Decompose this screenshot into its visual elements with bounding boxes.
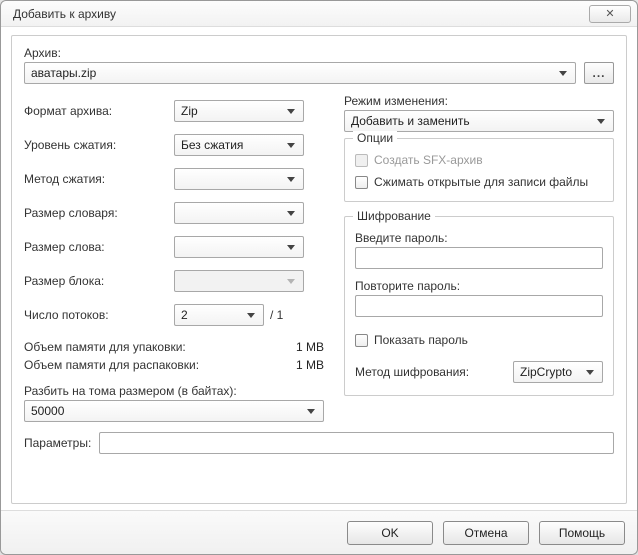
mem-unpack-label: Объем памяти для распаковки: <box>24 358 199 372</box>
threads-suffix: / 1 <box>270 308 283 322</box>
threads-value: 2 <box>181 308 188 322</box>
format-value: Zip <box>181 104 198 118</box>
password-input[interactable] <box>355 247 603 269</box>
enc-method-value: ZipCrypto <box>520 365 572 379</box>
options-title: Опции <box>353 131 397 145</box>
browse-button[interactable]: ... <box>584 62 614 84</box>
chevron-down-icon <box>283 203 299 223</box>
archive-combo[interactable]: аватары.zip <box>24 62 576 84</box>
format-combo[interactable]: Zip <box>174 100 304 122</box>
level-combo[interactable]: Без сжатия <box>174 134 304 156</box>
word-label: Размер слова: <box>24 240 174 254</box>
password2-input[interactable] <box>355 295 603 317</box>
split-label: Разбить на тома размером (в байтах): <box>24 384 324 398</box>
chevron-down-icon <box>582 362 598 382</box>
chevron-down-icon <box>243 305 259 325</box>
chevron-down-icon <box>303 401 319 421</box>
encryption-title: Шифрование <box>353 209 435 223</box>
dialog-window: Добавить к архиву ✕ Архив: аватары.zip .… <box>0 0 638 555</box>
params-input[interactable] <box>99 432 614 454</box>
chevron-down-icon <box>283 169 299 189</box>
chevron-down-icon <box>283 135 299 155</box>
method-label: Метод сжатия: <box>24 172 174 186</box>
password2-label: Повторите пароль: <box>355 279 603 293</box>
sfx-label: Создать SFX-архив <box>374 153 483 167</box>
help-button[interactable]: Помощь <box>539 521 625 545</box>
ok-button[interactable]: OK <box>347 521 433 545</box>
enc-method-combo[interactable]: ZipCrypto <box>513 361 603 383</box>
archive-value: аватары.zip <box>31 66 96 80</box>
update-combo[interactable]: Добавить и заменить <box>344 110 614 132</box>
chevron-down-icon <box>593 111 609 131</box>
window-title: Добавить к архиву <box>13 7 589 21</box>
level-value: Без сжатия <box>181 138 243 152</box>
right-column: Режим изменения: Добавить и заменить Опц… <box>344 94 614 422</box>
left-column: Формат архива: Zip Уровень сжатия: Без с… <box>24 94 324 422</box>
update-value: Добавить и заменить <box>351 114 470 128</box>
password-label: Введите пароль: <box>355 231 603 245</box>
method-combo[interactable] <box>174 168 304 190</box>
close-icon: ✕ <box>605 7 614 20</box>
cancel-label: Отмена <box>464 526 507 540</box>
update-label: Режим изменения: <box>344 94 448 108</box>
threads-label: Число потоков: <box>24 308 174 322</box>
help-label: Помощь <box>559 526 605 540</box>
cancel-button[interactable]: Отмена <box>443 521 529 545</box>
browse-label: ... <box>592 66 605 80</box>
dict-combo[interactable] <box>174 202 304 224</box>
open-files-checkbox[interactable] <box>355 176 368 189</box>
mem-unpack-value: 1 MB <box>296 358 324 372</box>
threads-combo[interactable]: 2 <box>174 304 264 326</box>
options-group: Опции Создать SFX-архив Сжимать открытые… <box>344 138 614 202</box>
format-label: Формат архива: <box>24 104 174 118</box>
split-value: 50000 <box>31 404 64 418</box>
level-label: Уровень сжатия: <box>24 138 174 152</box>
params-label: Параметры: <box>24 436 91 450</box>
dict-label: Размер словаря: <box>24 206 174 220</box>
chevron-down-icon <box>555 63 571 83</box>
footer: OK Отмена Помощь <box>1 510 637 554</box>
split-combo[interactable]: 50000 <box>24 400 324 422</box>
block-label: Размер блока: <box>24 274 174 288</box>
show-password-label: Показать пароль <box>374 333 468 347</box>
word-combo[interactable] <box>174 236 304 258</box>
chevron-down-icon <box>283 271 299 291</box>
sfx-checkbox <box>355 154 368 167</box>
encryption-group: Шифрование Введите пароль: Повторите пар… <box>344 216 614 396</box>
block-combo <box>174 270 304 292</box>
open-files-label: Сжимать открытые для записи файлы <box>374 175 588 189</box>
chevron-down-icon <box>283 101 299 121</box>
chevron-down-icon <box>283 237 299 257</box>
content-area: Архив: аватары.zip ... Формат архива: <box>1 27 637 510</box>
archive-label: Архив: <box>24 46 61 60</box>
enc-method-label: Метод шифрования: <box>355 365 469 379</box>
ok-label: OK <box>381 526 398 540</box>
mem-pack-value: 1 MB <box>296 340 324 354</box>
main-panel: Архив: аватары.zip ... Формат архива: <box>11 35 627 504</box>
titlebar: Добавить к архиву ✕ <box>1 1 637 27</box>
show-password-checkbox[interactable] <box>355 334 368 347</box>
mem-pack-label: Объем памяти для упаковки: <box>24 340 186 354</box>
close-button[interactable]: ✕ <box>589 5 631 23</box>
